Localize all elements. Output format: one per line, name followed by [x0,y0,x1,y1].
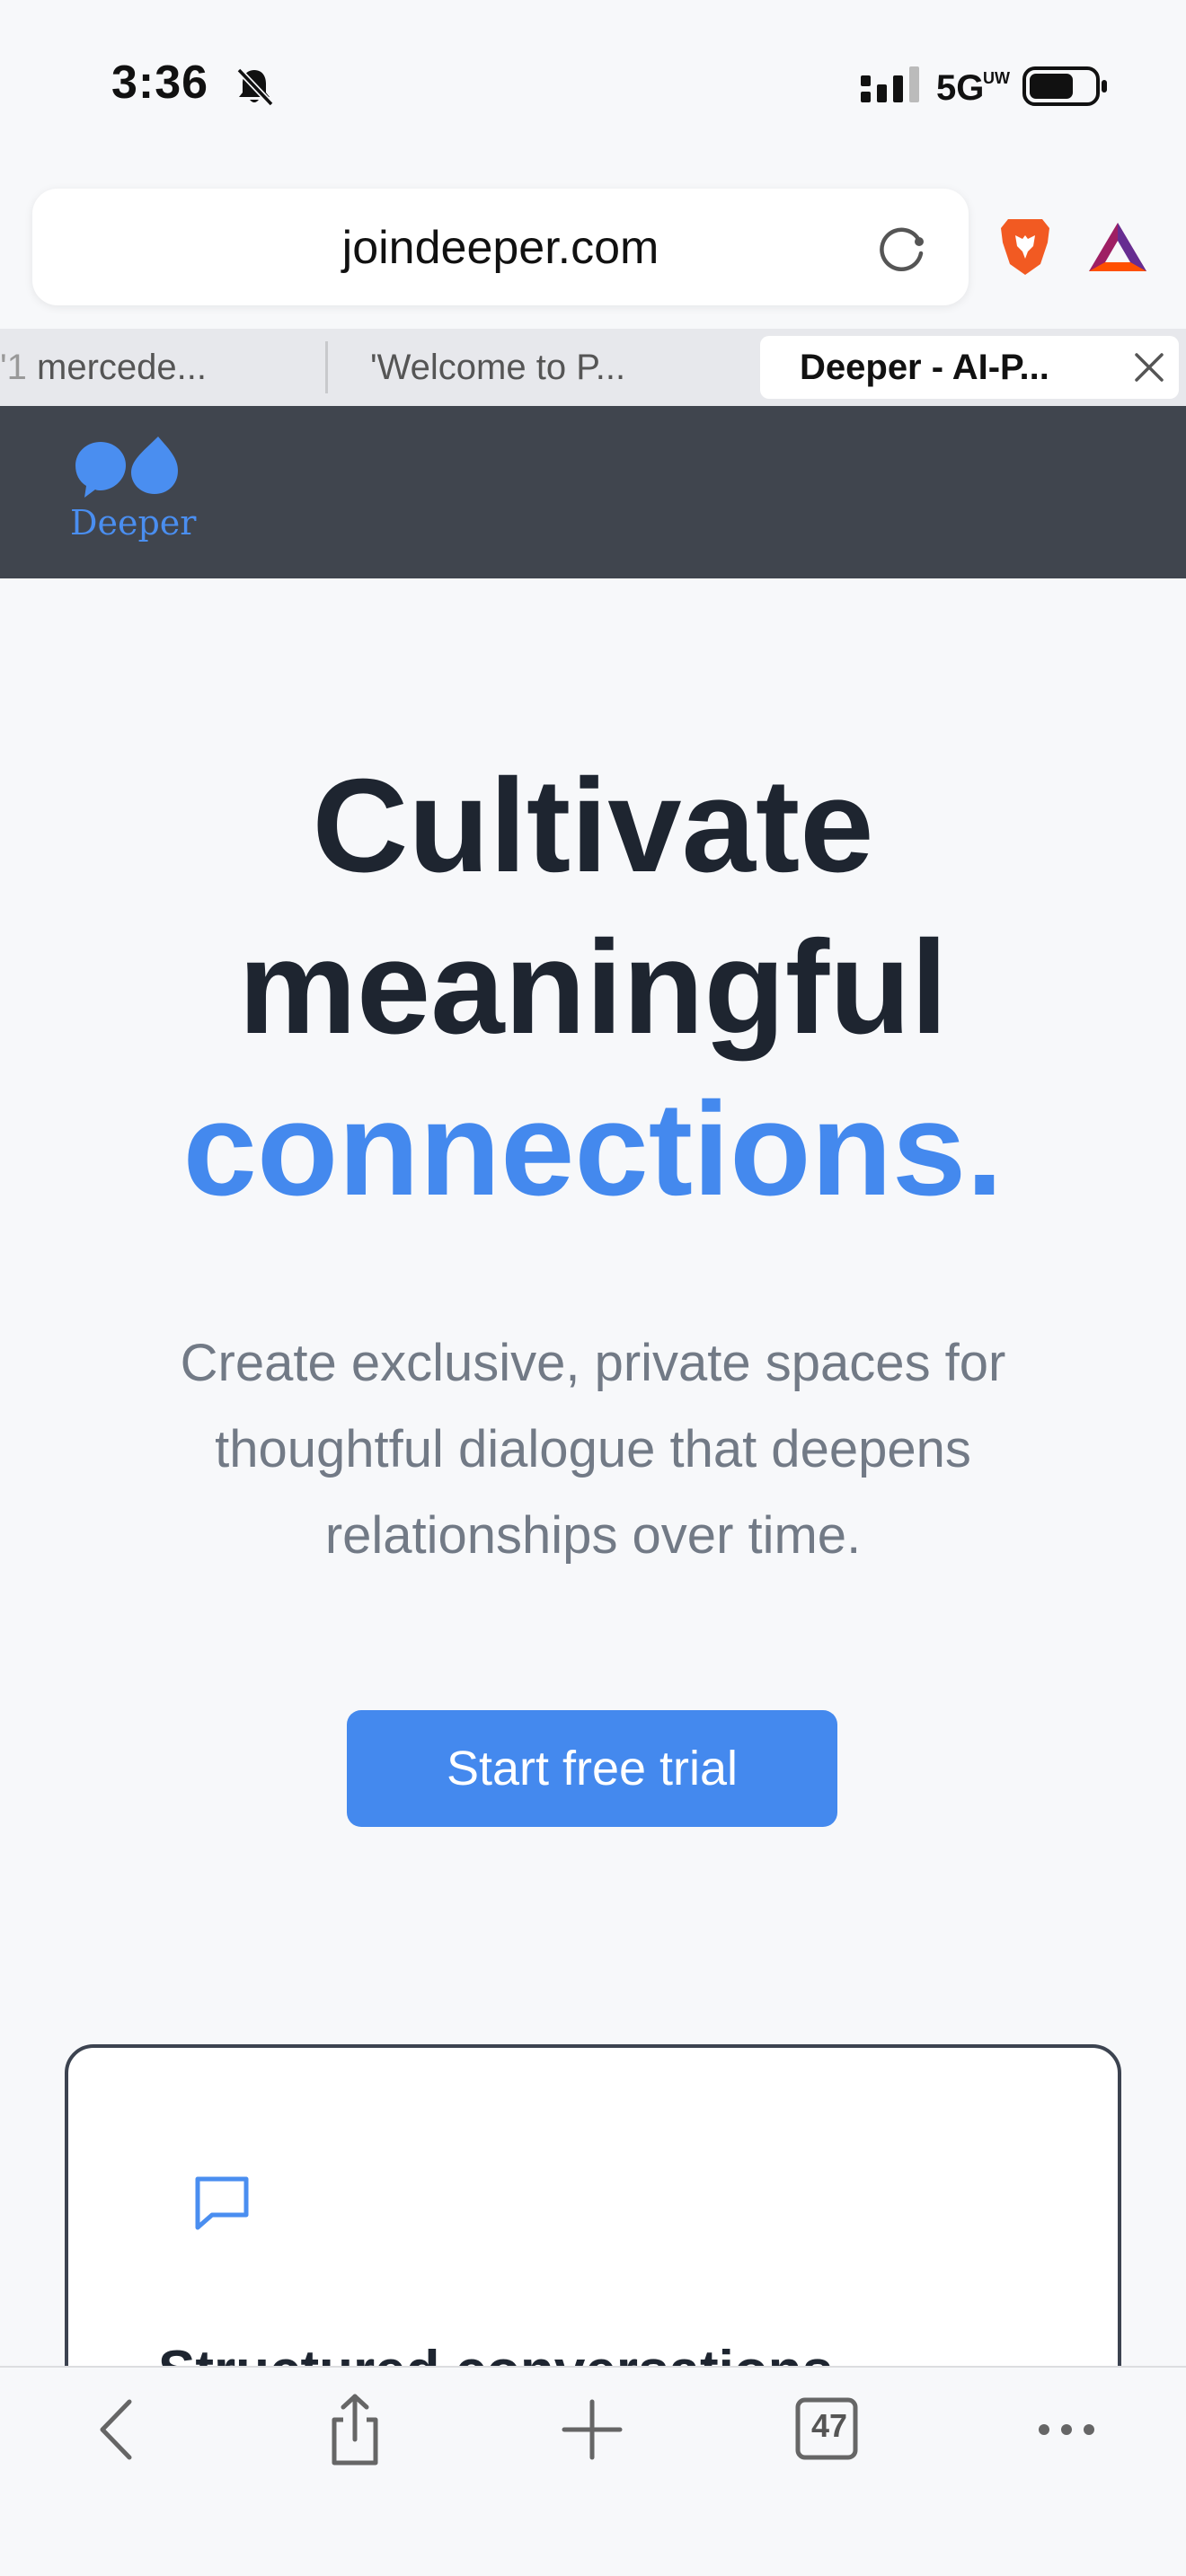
network-label: 5G [936,68,985,108]
page: 3:36 5G UW joindeeper.com '1 mercede... … [0,0,1186,2576]
reload-icon[interactable] [872,217,931,277]
close-icon[interactable] [1132,350,1166,384]
tab-2-label: 'Welcome to P... [370,348,626,387]
start-free-trial-button[interactable]: Start free trial [347,1710,837,1827]
battery-icon [1022,66,1107,106]
logo-text[interactable]: Deeper [70,503,196,543]
network-sub-label: UW [983,69,1010,87]
bat-triangle-icon[interactable] [1087,219,1148,275]
hero-title-line-2: meaningful [238,913,948,1062]
chat-bubble-icon [195,2176,249,2230]
tab-1-prefix: '1 [0,348,37,387]
bell-muted-icon [236,67,274,107]
tab-1[interactable]: '1 mercede... [0,336,270,399]
url-bar[interactable]: joindeeper.com [32,189,969,305]
hero-title-line-1: Cultivate [312,752,874,900]
share-icon[interactable] [314,2389,395,2470]
brave-lion-icon[interactable] [996,216,1055,278]
url-text[interactable]: joindeeper.com [32,221,969,275]
tab-active[interactable]: Deeper - AI-P... [760,336,1179,399]
hero-title-line-3: connections. [182,1075,1004,1223]
more-options-icon[interactable] [1026,2389,1107,2470]
tab-active-label: Deeper - AI-P... [800,348,1049,387]
hero-subtitle: Create exclusive, private spaces for tho… [180,1334,1006,1565]
signal-strength-icon [861,66,919,102]
back-icon[interactable] [79,2389,160,2470]
tab-strip: '1 mercede... 'Welcome to P... Deeper - … [0,329,1186,406]
quote-logo-icon[interactable] [72,435,183,499]
tab-count[interactable]: 47 [796,2407,863,2445]
new-tab-plus-icon[interactable] [552,2389,633,2470]
status-time: 3:36 [111,57,209,109]
tab-2[interactable]: 'Welcome to P... [370,336,748,399]
tab-separator [325,341,328,393]
tab-1-label: mercede... [37,348,207,387]
